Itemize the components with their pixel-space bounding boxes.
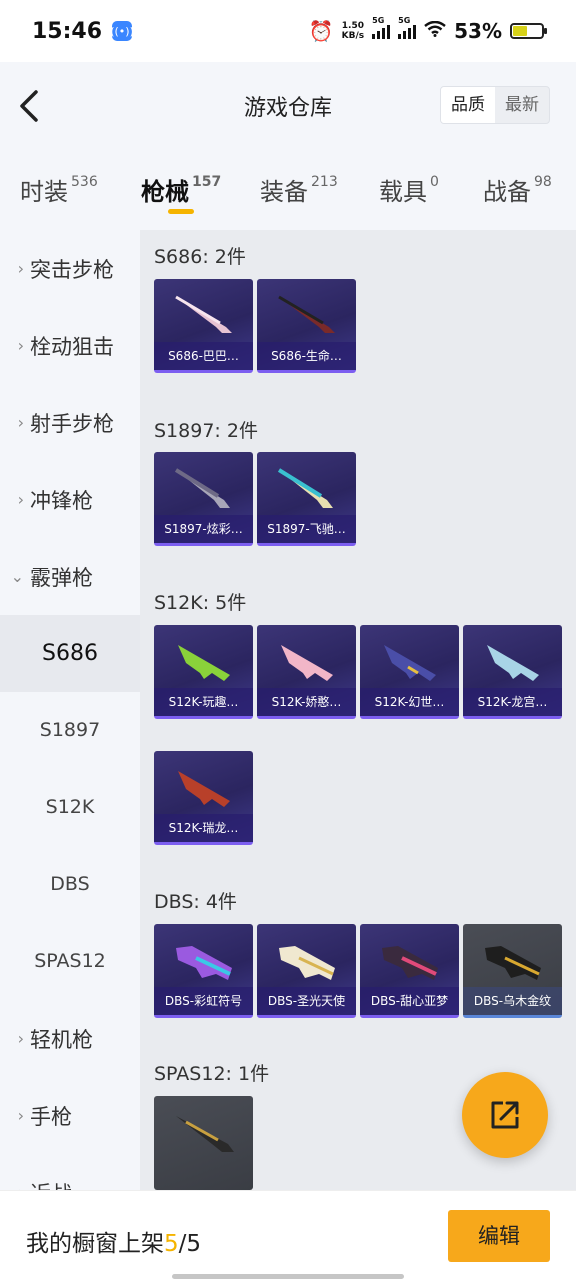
sidebar-item-shotgun[interactable]: ⌄ 霰弹枪 (0, 538, 140, 615)
wifi-icon (424, 20, 446, 41)
tab-fashion[interactable]: 时装 536 (20, 172, 98, 207)
group-title-s686: S686: 2件 (154, 246, 246, 268)
shotgun-icon (382, 946, 438, 980)
battery-percent: 53% (454, 19, 502, 43)
hotspot-icon: ((•)) (110, 21, 134, 41)
category-tabs: 时装 536 枪械 157 装备 213 载具 0 战备 98 (0, 150, 576, 230)
item-card[interactable] (154, 1096, 253, 1190)
tab-guns[interactable]: 枪械 157 (141, 172, 221, 207)
shotgun-icon (384, 645, 436, 681)
sidebar-item-smg[interactable]: › 冲锋枪 (0, 461, 140, 538)
home-indicator[interactable] (172, 1274, 404, 1279)
item-name: DBS-圣光天使 (257, 987, 356, 1015)
sidebar-sub-s12k[interactable]: S12K (0, 769, 140, 846)
active-tab-indicator (168, 209, 194, 214)
status-time: 15:46 (32, 18, 103, 44)
shotgun-icon (485, 946, 541, 980)
group-title-s12k: S12K: 5件 (154, 592, 247, 614)
item-card[interactable]: DBS-圣光天使 (257, 924, 356, 1018)
shotgun-icon (175, 295, 232, 333)
item-card[interactable]: S12K-娇憨… (257, 625, 356, 719)
status-bar: 15:46 ((•)) ⏰ 1.50 KB/s 5G 5G 53% (0, 0, 576, 62)
item-card[interactable]: S12K-玩趣… (154, 625, 253, 719)
item-card[interactable]: S1897-飞驰… (257, 452, 356, 546)
item-card[interactable]: DBS-彩虹符号 (154, 924, 253, 1018)
shotgun-icon (176, 946, 232, 980)
sidebar-item-bolt-sniper[interactable]: › 栓动狙击 (0, 307, 140, 384)
tab-equipment[interactable]: 装备 213 (260, 172, 338, 207)
chevron-right-icon: › (17, 259, 24, 278)
alarm-icon: ⏰ (308, 19, 334, 43)
group-title-s1897: S1897: 2件 (154, 420, 258, 442)
network-speed: 1.50 KB/s (341, 21, 365, 41)
shotgun-icon (178, 771, 230, 807)
sidebar-sub-s1897[interactable]: S1897 (0, 692, 140, 769)
chevron-right-icon: › (17, 413, 24, 432)
chevron-right-icon: › (17, 490, 24, 509)
shotgun-icon (176, 1116, 234, 1152)
item-card[interactable]: S686-生命… (257, 279, 356, 373)
header: 游戏仓库 品质 最新 (0, 62, 576, 150)
item-card[interactable]: DBS-甜心亚梦 (360, 924, 459, 1018)
shotgun-icon (281, 645, 333, 681)
item-card[interactable]: DBS-乌木金纹 (463, 924, 562, 1018)
tab-vehicles[interactable]: 载具 0 (379, 172, 439, 207)
item-card[interactable]: S12K-瑞龙… (154, 751, 253, 845)
chevron-down-icon: ⌄ (10, 567, 24, 586)
item-card[interactable]: S12K-幻世… (360, 625, 459, 719)
chevron-right-icon: › (17, 1029, 24, 1048)
item-card[interactable]: S12K-龙宫… (463, 625, 562, 719)
sidebar-item-dmr[interactable]: › 射手步枪 (0, 384, 140, 461)
shotgun-icon (279, 946, 335, 980)
sort-latest-button[interactable]: 最新 (495, 87, 549, 123)
shotgun-icon (174, 468, 230, 508)
sidebar-item-assault-rifle[interactable]: › 突击步枪 (0, 230, 140, 307)
edit-button[interactable]: 编辑 (448, 1210, 550, 1262)
item-list: S686: 2件 S686-巴巴… S686-生命… S1897: 2件 S18… (140, 230, 576, 1190)
item-name: DBS-乌木金纹 (463, 987, 562, 1015)
sidebar: › 突击步枪 › 栓动狙击 › 射手步枪 › 冲锋枪 ⌄ 霰弹枪 S686 S1897 S… (0, 230, 140, 1190)
showcase-count: 我的橱窗上架5/5 (26, 1231, 202, 1257)
shotgun-icon (278, 295, 335, 333)
sort-toggle: 品质 最新 (440, 86, 550, 124)
item-card[interactable]: S1897-炫彩… (154, 452, 253, 546)
signal-icon-2: 5G (398, 16, 417, 39)
item-name: S1897-飞驰… (257, 515, 356, 543)
chevron-right-icon: › (17, 336, 24, 355)
sidebar-item-pistol[interactable]: › 手枪 (0, 1077, 140, 1154)
item-name: S686-生命… (257, 342, 356, 370)
chevron-right-icon: › (0, 1183, 30, 1190)
sidebar-sub-dbs[interactable]: DBS (0, 846, 140, 923)
share-icon (491, 1101, 519, 1129)
item-name: S686-巴巴… (154, 342, 253, 370)
item-name: DBS-彩虹符号 (154, 987, 253, 1015)
group-title-dbs: DBS: 4件 (154, 891, 237, 913)
group-title-spas12: SPAS12: 1件 (154, 1063, 270, 1085)
chevron-right-icon: › (17, 1106, 24, 1125)
status-icons: ⏰ 1.50 KB/s 5G 5G 53% (308, 16, 547, 43)
item-name: DBS-甜心亚梦 (360, 987, 459, 1015)
item-name: S12K-瑞龙… (154, 814, 253, 842)
sidebar-item-melee[interactable]: ›近战 (0, 1154, 140, 1191)
item-name: S12K-龙宫… (463, 688, 562, 716)
shotgun-icon (487, 645, 539, 681)
battery-icon (510, 23, 547, 39)
item-card[interactable]: S686-巴巴… (154, 279, 253, 373)
signal-icon-1: 5G (372, 16, 391, 39)
share-button[interactable] (462, 1072, 548, 1158)
bottom-bar: 我的橱窗上架5/5 编辑 (0, 1190, 576, 1280)
shotgun-icon (277, 468, 333, 508)
sidebar-item-lmg[interactable]: › 轻机枪 (0, 1000, 140, 1077)
tab-supplies[interactable]: 战备 98 (483, 172, 552, 207)
item-name: S1897-炫彩… (154, 515, 253, 543)
item-name: S12K-幻世… (360, 688, 459, 716)
sort-quality-button[interactable]: 品质 (441, 87, 495, 123)
item-name: S12K-娇憨… (257, 688, 356, 716)
item-name: S12K-玩趣… (154, 688, 253, 716)
sidebar-sub-spas12[interactable]: SPAS12 (0, 923, 140, 1000)
sidebar-sub-s686[interactable]: S686 (0, 615, 140, 692)
shotgun-icon (178, 645, 230, 681)
